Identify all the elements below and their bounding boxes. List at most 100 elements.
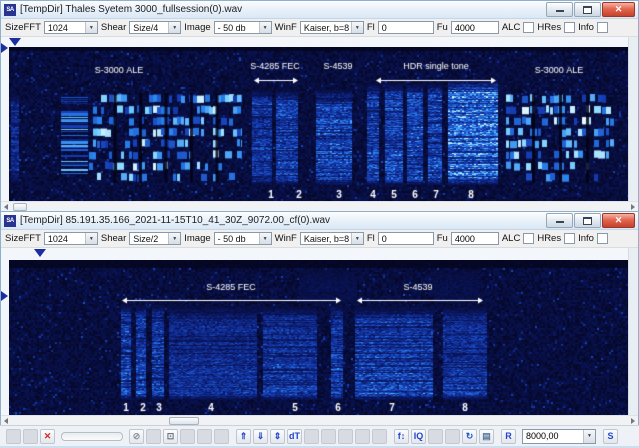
hres-checkbox[interactable] <box>564 22 576 33</box>
toolbar-bottom: SizeFFT 1024 ▼ Shear Size/2 ▼ Image - 50 d… <box>1 230 638 248</box>
hres-label: HRes <box>537 233 562 244</box>
titlebar-top[interactable]: SA [TempDir] Thales Syetem 3000_fullsess… <box>1 1 638 19</box>
close-icon: ✕ <box>614 215 623 225</box>
maximize-button[interactable] <box>574 2 601 17</box>
fl-input[interactable] <box>377 21 434 34</box>
info-checkbox[interactable] <box>596 233 608 244</box>
chevron-down-icon[interactable]: ▼ <box>84 233 97 244</box>
right-margin <box>628 248 638 416</box>
fu-label: Fu <box>436 22 448 33</box>
alc-label: ALC <box>501 233 521 244</box>
fl-input[interactable] <box>377 232 434 245</box>
tool-scale-up[interactable]: ⇑ <box>236 428 251 444</box>
fu-label: Fu <box>436 233 448 244</box>
sizefft-label: SizeFFT <box>5 233 41 244</box>
maximize-icon <box>583 5 592 14</box>
tool-blank-6 <box>214 428 229 444</box>
tool-skip[interactable]: ⊘ <box>129 428 144 444</box>
mdi-workspace: SA [TempDir] Thales Syetem 3000_fullsess… <box>0 0 639 448</box>
image-select[interactable]: - 50 db ▼ <box>213 232 272 245</box>
info-checkbox[interactable] <box>596 22 608 33</box>
info-label: Info <box>578 233 594 244</box>
app-toolbar: ✕ ⊘ ⊡ ⇑ ⇓ ⇕ dT f↕ IQ ↻ ▤ R 8000,00 ▼ S <box>0 425 639 448</box>
close-button[interactable]: ✕ <box>602 213 635 228</box>
winf-select[interactable]: Kaiser, b=8 ▼ <box>299 232 364 245</box>
chevron-down-icon[interactable]: ▼ <box>168 233 181 244</box>
winf-label: WinF <box>274 22 297 33</box>
image-label: Image <box>184 233 211 244</box>
tool-blank-3 <box>146 428 161 444</box>
spectrogram-client-top <box>1 37 638 212</box>
time-cursor-marker[interactable] <box>9 38 21 46</box>
tool-frame[interactable]: ⊡ <box>163 428 178 444</box>
toolbar-top: SizeFFT 1024 ▼ Shear Size/4 ▼ Image - 50 d… <box>1 19 638 37</box>
scrollbar-thumb[interactable] <box>169 417 199 425</box>
tool-ft[interactable]: f↕ <box>394 428 409 444</box>
shear-label: Shear <box>100 22 127 33</box>
winf-label: WinF <box>274 233 297 244</box>
tool-blank-2 <box>23 428 38 444</box>
chevron-down-icon[interactable]: ▼ <box>583 429 595 443</box>
spectrogram-display[interactable] <box>9 47 629 202</box>
sa-logo-icon: SA <box>4 214 16 227</box>
fu-input[interactable] <box>450 232 499 245</box>
minimize-icon <box>555 218 564 223</box>
tool-position-slider[interactable] <box>61 431 123 441</box>
minimize-button[interactable] <box>546 2 573 17</box>
winf-select[interactable]: Kaiser, b=8 ▼ <box>299 21 364 34</box>
tool-samplerate[interactable]: 8000,00 ▼ <box>522 428 596 444</box>
hres-checkbox[interactable] <box>564 233 576 244</box>
hres-label: HRes <box>537 22 562 33</box>
tool-blank-1 <box>6 428 21 444</box>
maximize-button[interactable] <box>574 213 601 228</box>
shear-select[interactable]: Size/2 ▼ <box>129 232 182 245</box>
tool-iq[interactable]: IQ <box>411 428 426 444</box>
shear-label: Shear <box>100 233 127 244</box>
tool-blank-7 <box>304 428 319 444</box>
tool-blank-8 <box>321 428 336 444</box>
alc-checkbox[interactable] <box>523 233 535 244</box>
chevron-down-icon[interactable]: ▼ <box>168 22 181 33</box>
minimize-button[interactable] <box>546 213 573 228</box>
image-select[interactable]: - 50 db ▼ <box>213 21 272 34</box>
tool-resample[interactable]: R <box>501 428 516 444</box>
tool-blank-10 <box>355 428 370 444</box>
tool-blank-5 <box>197 428 212 444</box>
chevron-down-icon[interactable]: ▼ <box>258 233 271 244</box>
tool-blank-9 <box>338 428 353 444</box>
tool-delete[interactable]: ✕ <box>40 428 55 444</box>
scrollbar-thumb[interactable] <box>13 203 27 211</box>
tool-refresh[interactable]: ↻ <box>462 428 477 444</box>
chevron-down-icon[interactable]: ▼ <box>350 233 363 244</box>
tool-spectrum[interactable]: S <box>603 428 618 444</box>
window-title: [TempDir] 85.191.35.166_2021-11-15T10_41… <box>20 215 331 226</box>
tool-blank-12 <box>428 428 443 444</box>
shear-select[interactable]: Size/4 ▼ <box>129 21 182 34</box>
alc-checkbox[interactable] <box>523 22 535 33</box>
chevron-down-icon[interactable]: ▼ <box>350 22 363 33</box>
freq-cursor-marker[interactable] <box>1 43 8 53</box>
fl-label: Fl <box>366 233 375 244</box>
tool-blank-11 <box>372 428 387 444</box>
titlebar-bottom[interactable]: SA [TempDir] 85.191.35.166_2021-11-15T10… <box>1 212 638 230</box>
spectrogram-display[interactable] <box>9 260 629 416</box>
fu-input[interactable] <box>450 21 499 34</box>
right-margin <box>628 37 638 202</box>
sa-logo-icon: SA <box>4 3 16 16</box>
sizefft-select[interactable]: 1024 ▼ <box>43 232 98 245</box>
freq-cursor-marker[interactable] <box>1 291 8 301</box>
tool-dt[interactable]: dT <box>287 428 302 444</box>
window-title: [TempDir] Thales Syetem 3000_fullsession… <box>20 4 243 15</box>
tool-scale-down[interactable]: ⇓ <box>253 428 268 444</box>
tool-pages[interactable]: ▤ <box>479 428 494 444</box>
close-icon: ✕ <box>614 4 623 14</box>
chevron-down-icon[interactable]: ▼ <box>84 22 97 33</box>
time-cursor-marker[interactable] <box>34 249 46 257</box>
chevron-down-icon[interactable]: ▼ <box>258 22 271 33</box>
minimize-icon <box>555 7 564 12</box>
sizefft-label: SizeFFT <box>5 22 41 33</box>
window-bottom: SA [TempDir] 85.191.35.166_2021-11-15T10… <box>0 211 639 426</box>
close-button[interactable]: ✕ <box>602 2 635 17</box>
sizefft-select[interactable]: 1024 ▼ <box>43 21 98 34</box>
tool-scale-fit[interactable]: ⇕ <box>270 428 285 444</box>
